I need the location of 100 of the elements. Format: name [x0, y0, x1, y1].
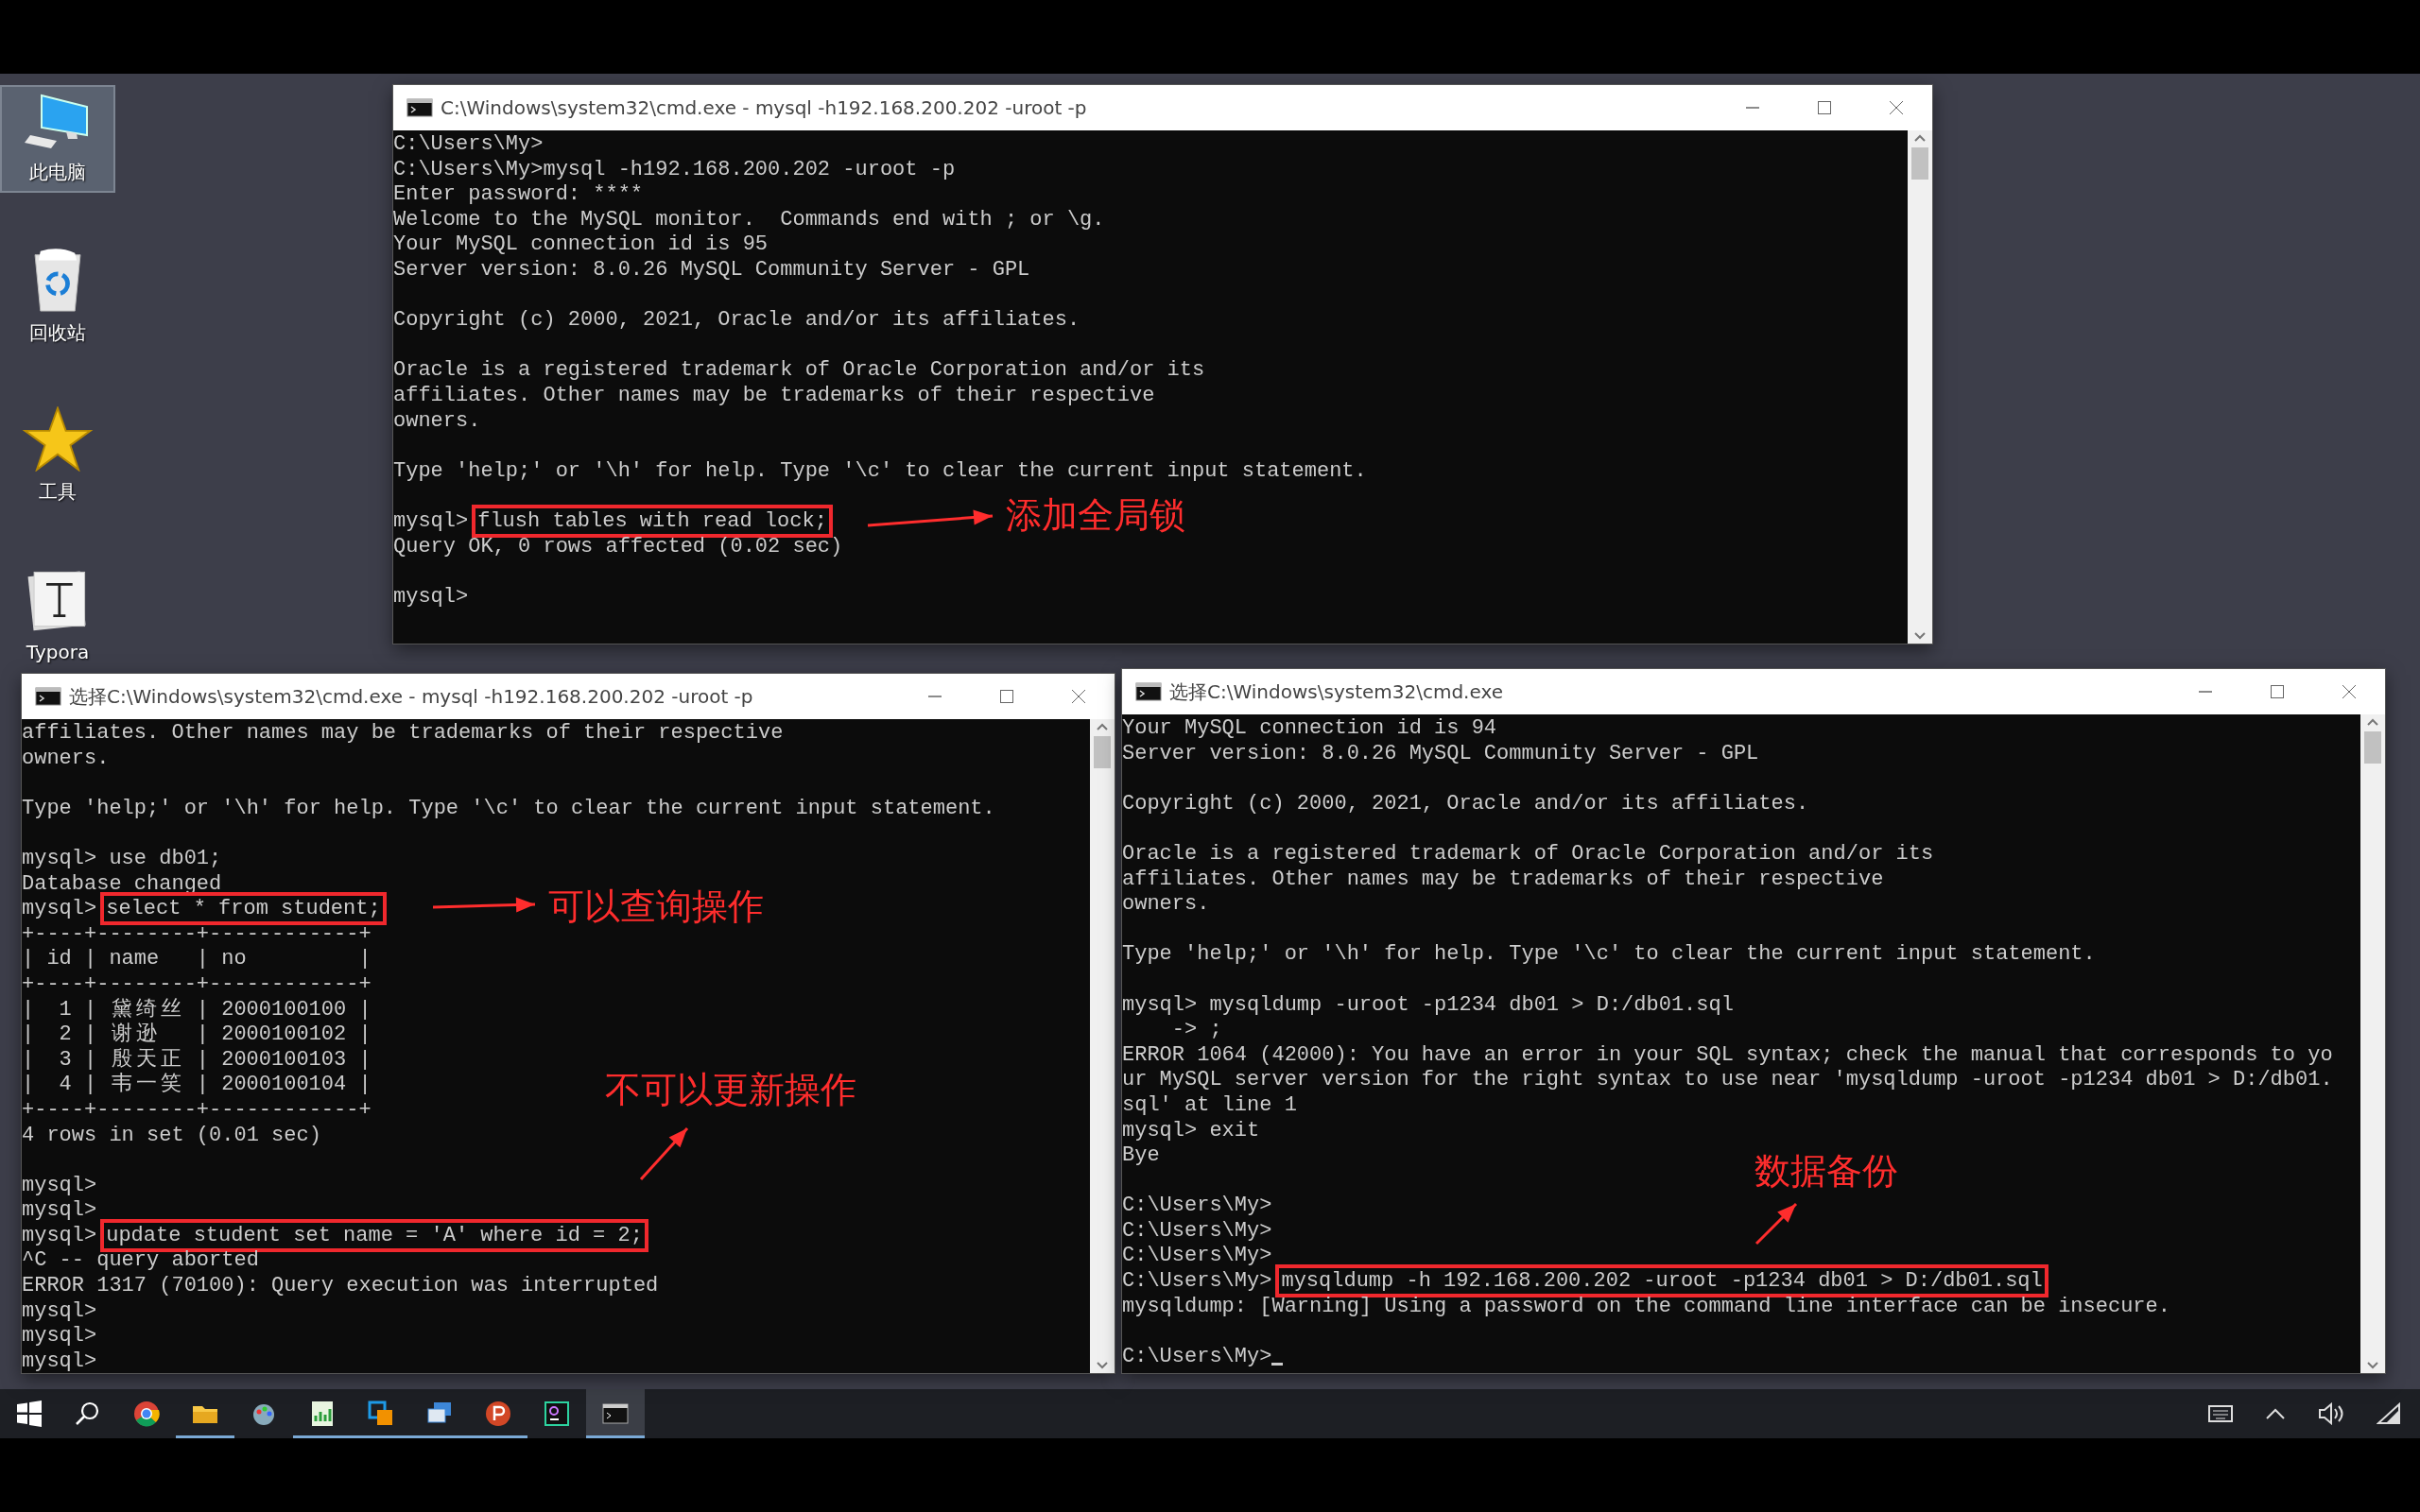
- console-line: mysql>: [393, 584, 469, 610]
- maximize-icon: [2270, 684, 2285, 699]
- scrollbar-thumb[interactable]: [1911, 147, 1928, 180]
- taskbar-button[interactable]: [586, 1389, 645, 1438]
- console-line: | 1 | 黛绮丝 | 2000100100 |: [22, 997, 372, 1022]
- console-line: C:\Users\My>: [1122, 1244, 1272, 1270]
- console-icon: [1135, 682, 1162, 701]
- arrow: [639, 1127, 689, 1180]
- console-line: mysql>: [22, 1173, 97, 1199]
- slides-icon: [485, 1400, 511, 1427]
- console-line: sql' at line 1: [1122, 1092, 1297, 1119]
- console-line: mysql>: [22, 1324, 97, 1349]
- console-prompt: mysql>: [22, 1223, 97, 1247]
- window-title: 选择C:\Windows\system32\cmd.exe - mysql -h192.168.200.202 -uroot -p: [69, 683, 754, 710]
- console-line: Copyright (c) 2000, 2021, Oracle and/or its affiliates.: [393, 308, 1080, 334]
- console-line: affiliates. Other names may be trademarks of their respective: [1122, 867, 1884, 893]
- squares-icon: [368, 1400, 394, 1427]
- console-line: mysql>: [22, 1198, 97, 1224]
- scrollbar-thumb[interactable]: [1094, 736, 1111, 768]
- annotation-label: 数据备份: [1754, 1149, 1898, 1194]
- console-line: Type 'help;' or '\h' for help. Type '\c' to clear the current input statement.: [393, 458, 1367, 485]
- console-line: Enter password: ****: [393, 182, 644, 208]
- shortcut-label: Typora: [26, 641, 90, 663]
- console-icon: [35, 687, 61, 706]
- console-line: | 2 | 谢逊 | 2000100102 |: [22, 1022, 372, 1048]
- console-line: ur MySQL server version for the right syntax to use near 'mysqldump -uroot -p1234 db01 > D:/db01.: [1122, 1068, 2333, 1093]
- console-prompt: mysql>: [22, 897, 97, 921]
- desktop-shortcut[interactable]: 此电脑: [0, 85, 115, 193]
- console-line: C:\Users\My>: [393, 132, 544, 158]
- console-line: Type 'help;' or '\h' for help. Type '\c' to clear the current input statement.: [22, 796, 995, 822]
- maximize-icon: [1817, 100, 1832, 115]
- console-line: C:\Users\My>: [1122, 1218, 1272, 1245]
- search-icon: [75, 1400, 101, 1427]
- console-line: Server version: 8.0.26 MySQL Community Server - GPL: [1122, 741, 1759, 767]
- browser-icon: [133, 1400, 160, 1427]
- scrollbar[interactable]: [1090, 719, 1115, 1373]
- annotation-label: 可以查询操作: [548, 885, 764, 929]
- volume-icon[interactable]: [2318, 1402, 2344, 1425]
- close-icon: [2342, 684, 2357, 699]
- chart-icon: [309, 1400, 336, 1427]
- console-line: C:\Users\My>mysql -h192.168.200.202 -uroot -p: [393, 157, 956, 183]
- console-line: owners.: [1122, 892, 1210, 918]
- close-icon: [1889, 100, 1904, 115]
- console-line: Your MySQL connection id is 95: [393, 232, 769, 258]
- console-line: Oracle is a registered trademark of Oracle Corporation and/or its: [1122, 841, 1934, 868]
- boxed-command: select * from student;: [100, 892, 387, 926]
- console-line: | 4 | 韦一笑 | 2000100104 |: [22, 1073, 372, 1098]
- scrollbar[interactable]: [2360, 714, 2385, 1373]
- keyboard-icon[interactable]: [2208, 1405, 2233, 1422]
- console-line: mysql> exit: [1122, 1118, 1260, 1144]
- database-icon: [544, 1400, 570, 1427]
- shortcut-label: 工具: [39, 479, 77, 505]
- console-line: ERROR 1064 (42000): You have an error in your SQL syntax; check the manual that corresponds to yo: [1122, 1042, 2333, 1069]
- console-line: +----+--------+------------+: [22, 971, 372, 998]
- terminal-icon: [602, 1400, 629, 1427]
- minimize-icon: [2198, 691, 2213, 693]
- console-prompt: C:\Users\My>: [1122, 1344, 1272, 1368]
- console-line: Welcome to the MySQL monitor. Commands end with ; or \g.: [393, 207, 1105, 233]
- minimize-icon: [1745, 107, 1760, 109]
- maximize-icon: [999, 689, 1014, 704]
- scrollbar[interactable]: [1908, 130, 1932, 644]
- scrollbar-thumb[interactable]: [2364, 731, 2381, 764]
- close-icon: [1071, 689, 1086, 704]
- console-line: mysql>: [22, 1298, 97, 1325]
- windows-logo-icon: [16, 1400, 43, 1427]
- console-line: | id | name | no |: [22, 947, 372, 972]
- arrow: [1754, 1202, 1798, 1246]
- console-line: C:\Users\My>: [1122, 1194, 1272, 1219]
- console-line: +----+--------+------------+: [22, 1097, 372, 1124]
- console-line: | 3 | 殷天正 | 2000100103 |: [22, 1047, 372, 1073]
- console-line: Bye: [1122, 1143, 1160, 1169]
- console-line: owners.: [22, 746, 110, 772]
- star-icon: [22, 406, 94, 472]
- desktop-shortcut[interactable]: Typora: [0, 563, 115, 671]
- console-line: Copyright (c) 2000, 2021, Oracle and/or its affiliates.: [1122, 791, 1809, 817]
- console-line: Type 'help;' or '\h' for help. Type '\c' to clear the current input statement.: [1122, 942, 2096, 968]
- console-line: Oracle is a registered trademark of Oracle Corporation and/or its: [393, 358, 1205, 384]
- annotation-label: 添加全局锁: [1006, 493, 1185, 538]
- console-line: affiliates. Other names may be trademarks of their respective: [393, 383, 1155, 409]
- console-line: Your MySQL connection id is 94: [1122, 716, 1497, 742]
- console-line: affiliates. Other names may be trademarks of their respective: [22, 721, 784, 747]
- boxed-command: flush tables with read lock;: [472, 504, 833, 538]
- console-line: owners.: [393, 408, 481, 435]
- console-line: mysql> mysqldump -uroot -p1234 db01 > D:/db01.sql: [1122, 992, 1734, 1019]
- desktop-shortcut[interactable]: 工具: [0, 404, 115, 512]
- chevron-up-icon[interactable]: [2265, 1407, 2286, 1420]
- window-title: 选择C:\Windows\system32\cmd.exe: [1169, 679, 1504, 705]
- console-line: -> ;: [1170, 1018, 1222, 1043]
- console-line: ERROR 1317 (70100): Query execution was interrupted: [22, 1274, 659, 1299]
- console-prompt: C:\Users\My>: [1122, 1269, 1272, 1294]
- text-cursor: [1271, 1362, 1284, 1366]
- desktop-shortcut[interactable]: 回收站: [0, 246, 115, 353]
- network-icon[interactable]: [2377, 1402, 2401, 1425]
- shortcut-label: 此电脑: [29, 160, 86, 185]
- console-icon: [406, 98, 433, 117]
- window-title: C:\Windows\system32\cmd.exe - mysql -h192.168.200.202 -uroot -p: [441, 96, 1088, 119]
- console-line: mysql>: [22, 1349, 97, 1373]
- console-line: Server version: 8.0.26 MySQL Community Server - GPL: [393, 257, 1030, 284]
- console-line: 4 rows in set (0.01 sec): [22, 1123, 321, 1149]
- console-line: mysql> use db01;: [22, 846, 222, 872]
